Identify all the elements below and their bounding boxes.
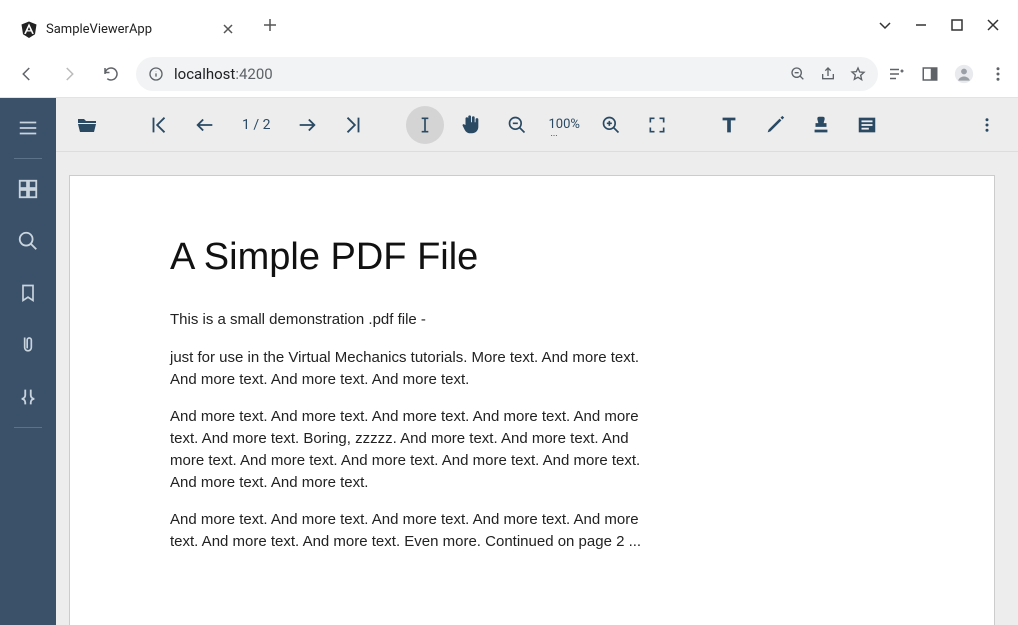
more-icon[interactable] bbox=[968, 106, 1006, 144]
angular-icon bbox=[20, 20, 38, 38]
menu-icon[interactable] bbox=[988, 64, 1008, 84]
window-controls bbox=[860, 0, 1018, 50]
address-bar[interactable]: localhost:4200 bbox=[136, 57, 878, 91]
browser-toolbar: localhost:4200 bbox=[0, 50, 1018, 98]
hamburger-icon[interactable] bbox=[6, 104, 50, 152]
reading-list-icon[interactable] bbox=[886, 64, 906, 84]
chevron-down-icon[interactable] bbox=[878, 18, 892, 32]
pdf-viewer-app: 1 / 2 100% bbox=[0, 98, 1018, 625]
info-icon[interactable] bbox=[148, 66, 164, 82]
thumbnails-icon[interactable] bbox=[6, 165, 50, 213]
search-icon[interactable] bbox=[6, 217, 50, 265]
form-icon[interactable] bbox=[848, 106, 886, 144]
attachment-icon[interactable] bbox=[6, 321, 50, 369]
document-paragraph: just for use in the Virtual Mechanics tu… bbox=[170, 347, 650, 391]
document-paragraph: And more text. And more text. And more t… bbox=[170, 406, 650, 493]
last-page-icon[interactable] bbox=[334, 106, 372, 144]
zoom-icon[interactable] bbox=[790, 66, 806, 82]
url-text: localhost:4200 bbox=[174, 65, 273, 83]
prev-page-icon[interactable] bbox=[186, 106, 224, 144]
fullscreen-icon[interactable] bbox=[638, 106, 676, 144]
close-tab-icon[interactable] bbox=[220, 21, 236, 37]
browser-tab-strip: SampleViewerApp bbox=[0, 0, 1018, 50]
document-title: A Simple PDF File bbox=[170, 236, 894, 279]
zoom-out-icon[interactable] bbox=[498, 106, 536, 144]
share-icon[interactable] bbox=[820, 66, 836, 82]
next-page-icon[interactable] bbox=[288, 106, 326, 144]
bookmark-icon[interactable] bbox=[6, 269, 50, 317]
first-page-icon[interactable] bbox=[140, 106, 178, 144]
side-panel-icon[interactable] bbox=[920, 64, 940, 84]
hand-tool-icon[interactable] bbox=[452, 106, 490, 144]
divider bbox=[14, 158, 42, 159]
open-file-icon[interactable] bbox=[68, 106, 106, 144]
browser-tab[interactable]: SampleViewerApp bbox=[8, 10, 248, 48]
page-indicator[interactable]: 1 / 2 bbox=[232, 117, 280, 133]
new-tab-button[interactable] bbox=[256, 11, 284, 39]
divider bbox=[14, 427, 42, 428]
stamp-icon[interactable] bbox=[802, 106, 840, 144]
zoom-in-icon[interactable] bbox=[592, 106, 630, 144]
profile-icon[interactable] bbox=[954, 64, 974, 84]
zoom-level[interactable]: 100% bbox=[544, 117, 583, 132]
minimize-icon[interactable] bbox=[914, 18, 928, 32]
close-window-icon[interactable] bbox=[986, 18, 1000, 32]
tab-title: SampleViewerApp bbox=[46, 22, 212, 37]
back-button[interactable] bbox=[10, 57, 44, 91]
maximize-icon[interactable] bbox=[950, 18, 964, 32]
text-select-tool-icon[interactable] bbox=[406, 106, 444, 144]
forward-button[interactable] bbox=[52, 57, 86, 91]
star-icon[interactable] bbox=[850, 66, 866, 82]
document-viewer[interactable]: A Simple PDF File This is a small demons… bbox=[56, 152, 1018, 625]
reload-button[interactable] bbox=[94, 57, 128, 91]
sidebar bbox=[0, 98, 56, 625]
undo-icon[interactable] bbox=[6, 373, 50, 421]
document-paragraph: And more text. And more text. And more t… bbox=[170, 509, 650, 553]
draw-tool-icon[interactable] bbox=[756, 106, 794, 144]
document-paragraph: This is a small demonstration .pdf file … bbox=[170, 309, 650, 331]
pdf-page: A Simple PDF File This is a small demons… bbox=[70, 176, 994, 625]
pdf-toolbar: 1 / 2 100% bbox=[56, 98, 1018, 152]
text-annotation-icon[interactable] bbox=[710, 106, 748, 144]
